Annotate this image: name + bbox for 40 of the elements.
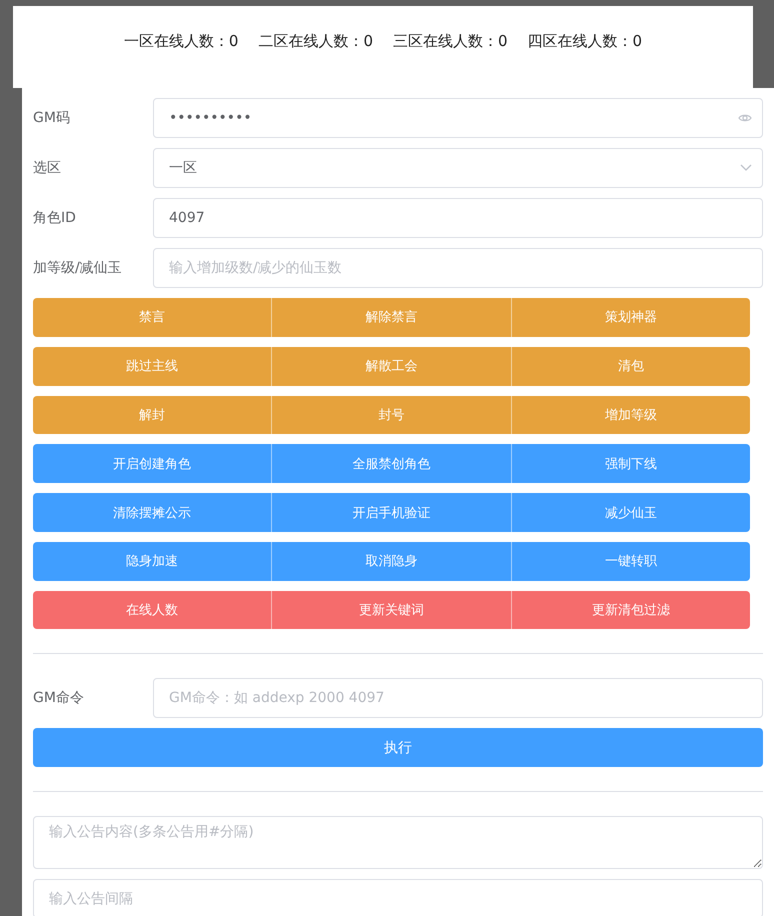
- action-button[interactable]: 取消隐身: [271, 542, 511, 581]
- action-button[interactable]: 封号: [271, 396, 511, 434]
- notice-interval-field[interactable]: 输入公告间隔: [33, 879, 763, 916]
- online-count: 三区在线人数：0: [393, 32, 508, 52]
- online-count: 四区在线人数：0: [528, 32, 642, 52]
- action-button[interactable]: 清包: [510, 346, 750, 386]
- field-label: GM码: [33, 109, 71, 127]
- notice-content-field[interactable]: 输入公告内容(多条公告用#分隔): [33, 816, 763, 870]
- select-field[interactable]: 一区: [153, 148, 763, 188]
- action-button[interactable]: 减少仙玉: [510, 493, 750, 532]
- action-button[interactable]: 在线人数: [33, 590, 272, 630]
- field-label: 角色ID: [33, 209, 77, 227]
- action-button[interactable]: 一键转职: [510, 542, 750, 581]
- field-label: 加等级/减仙玉: [33, 259, 123, 277]
- online-count: 二区在线人数：0: [258, 32, 373, 52]
- action-button[interactable]: 开启手机验证: [271, 493, 511, 532]
- action-button[interactable]: 更新关键词: [271, 590, 511, 630]
- online-count: 一区在线人数：0: [124, 32, 238, 52]
- action-button[interactable]: 开启创建角色: [33, 444, 272, 484]
- action-button[interactable]: 跳过主线: [33, 346, 272, 386]
- input-field[interactable]: GM命令：如 addexp 2000 4097: [153, 678, 763, 718]
- input-field[interactable]: 输入增加级数/减少的仙玉数: [153, 248, 763, 288]
- action-button[interactable]: 强制下线: [510, 444, 750, 484]
- action-button[interactable]: 解封: [33, 396, 272, 434]
- chevron-down-icon[interactable]: [740, 164, 752, 172]
- eye-icon[interactable]: [738, 113, 752, 123]
- field-label: GM命令: [33, 689, 85, 708]
- action-button[interactable]: 清除摆摊公示: [33, 493, 272, 532]
- action-button[interactable]: 策划神器: [510, 298, 750, 337]
- action-button[interactable]: 解散工会: [271, 346, 511, 386]
- execute-button[interactable]: 执行: [33, 728, 763, 768]
- password-field[interactable]: ••••••••••: [153, 98, 763, 138]
- action-button[interactable]: 隐身加速: [33, 542, 272, 581]
- field-label: 选区: [33, 159, 62, 177]
- input-field[interactable]: 4097: [153, 198, 763, 238]
- action-button[interactable]: 解除禁言: [271, 298, 511, 337]
- action-button[interactable]: 增加等级: [510, 396, 750, 434]
- action-button[interactable]: 更新清包过滤: [510, 590, 750, 630]
- action-button[interactable]: 全服禁创角色: [271, 444, 511, 484]
- action-button[interactable]: 禁言: [33, 298, 272, 337]
